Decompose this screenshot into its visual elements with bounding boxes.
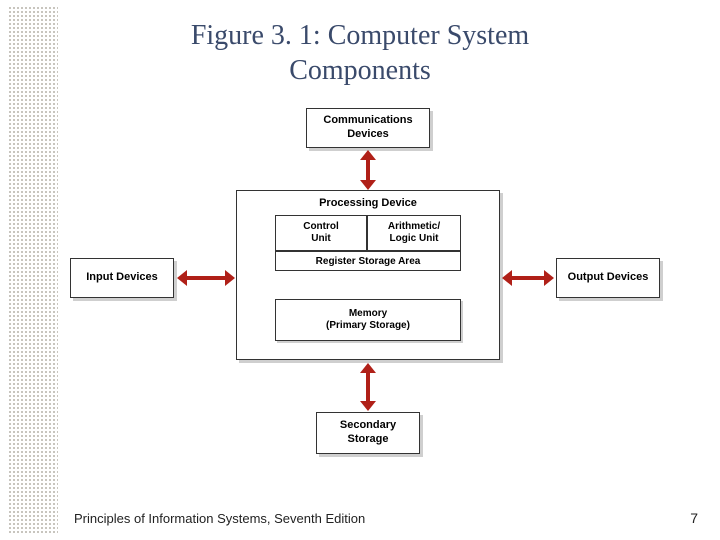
mem-l1: Memory (349, 308, 387, 321)
control-l2: Unit (311, 233, 330, 245)
box-processing-device: Processing Device Control Unit Arithmeti… (236, 190, 500, 360)
mem-l2: (Primary Storage) (326, 320, 410, 333)
arrow-comm-processing (363, 150, 373, 190)
alu-l1: Arithmetic/ (388, 221, 440, 233)
box-control-unit: Control Unit (275, 215, 367, 251)
page-number: 7 (690, 510, 698, 526)
sec-l2: Storage (348, 433, 389, 447)
arrow-processing-secondary (363, 363, 373, 411)
title-line-1: Figure 3. 1: Computer System (191, 20, 529, 51)
register-label: Register Storage Area (316, 256, 421, 267)
slide-title: Figure 3. 1: Computer System Components (0, 18, 720, 88)
comm-line2: Devices (347, 128, 389, 142)
arrow-input-processing (177, 273, 235, 283)
sec-l1: Secondary (340, 419, 396, 433)
alu-l2: Logic Unit (390, 233, 439, 245)
box-secondary-storage: Secondary Storage (316, 412, 420, 454)
diagram-stage: Communications Devices Input Devices Out… (70, 108, 660, 478)
control-l1: Control (303, 221, 339, 233)
processing-title: Processing Device (237, 197, 499, 209)
box-alu: Arithmetic/ Logic Unit (367, 215, 461, 251)
box-register-storage: Register Storage Area (275, 251, 461, 271)
arrow-processing-output (502, 273, 554, 283)
box-communications-devices: Communications Devices (306, 108, 430, 148)
comm-line1: Communications (323, 114, 412, 128)
title-line-2: Components (289, 55, 431, 86)
footer-text: Principles of Information Systems, Seven… (74, 511, 365, 526)
box-output-devices: Output Devices (556, 258, 660, 298)
box-memory: Memory (Primary Storage) (275, 299, 461, 341)
input-label: Input Devices (86, 271, 158, 285)
output-label: Output Devices (568, 271, 649, 285)
box-input-devices: Input Devices (70, 258, 174, 298)
